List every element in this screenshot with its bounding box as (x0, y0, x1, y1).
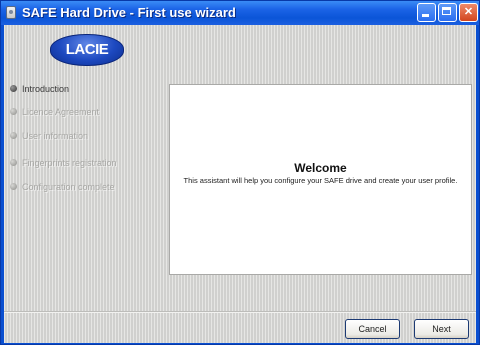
welcome-heading: Welcome (294, 161, 347, 175)
next-button[interactable]: Next (414, 319, 469, 339)
wizard-client-area: LACIE Introduction Licence Agreement Use… (4, 25, 476, 343)
content-panel: Welcome This assistant will help you con… (169, 84, 472, 275)
step-introduction: Introduction (10, 84, 69, 94)
step-fingerprints-registration: Fingerprints registration (10, 158, 117, 168)
step-configuration-complete: Configuration complete (10, 182, 115, 192)
step-bullet-icon (10, 132, 17, 140)
cancel-button[interactable]: Cancel (345, 319, 400, 339)
step-label: Introduction (22, 84, 70, 94)
app-icon (6, 6, 16, 19)
window-title: SAFE Hard Drive - First use wizard (22, 5, 236, 20)
step-bullet-icon (10, 108, 17, 116)
step-user-information: User information (10, 131, 88, 141)
step-licence-agreement: Licence Agreement (10, 107, 99, 117)
footer-divider (4, 311, 476, 313)
minimize-button[interactable] (417, 3, 436, 22)
close-button[interactable]: ✕ (459, 3, 478, 22)
step-label: Fingerprints registration (22, 158, 117, 168)
step-bullet-icon (10, 183, 17, 191)
step-bullet-icon (10, 159, 17, 167)
step-label: Configuration complete (22, 182, 115, 192)
welcome-description: This assistant will help you configure y… (183, 176, 458, 185)
title-bar[interactable]: SAFE Hard Drive - First use wizard ✕ (1, 1, 479, 25)
maximize-button[interactable] (438, 3, 457, 22)
lacie-logo: LACIE (50, 34, 124, 66)
wizard-window: SAFE Hard Drive - First use wizard ✕ LAC… (0, 0, 480, 345)
step-label: User information (22, 131, 89, 141)
step-label: Licence Agreement (22, 107, 100, 117)
step-bullet-icon (10, 85, 17, 93)
